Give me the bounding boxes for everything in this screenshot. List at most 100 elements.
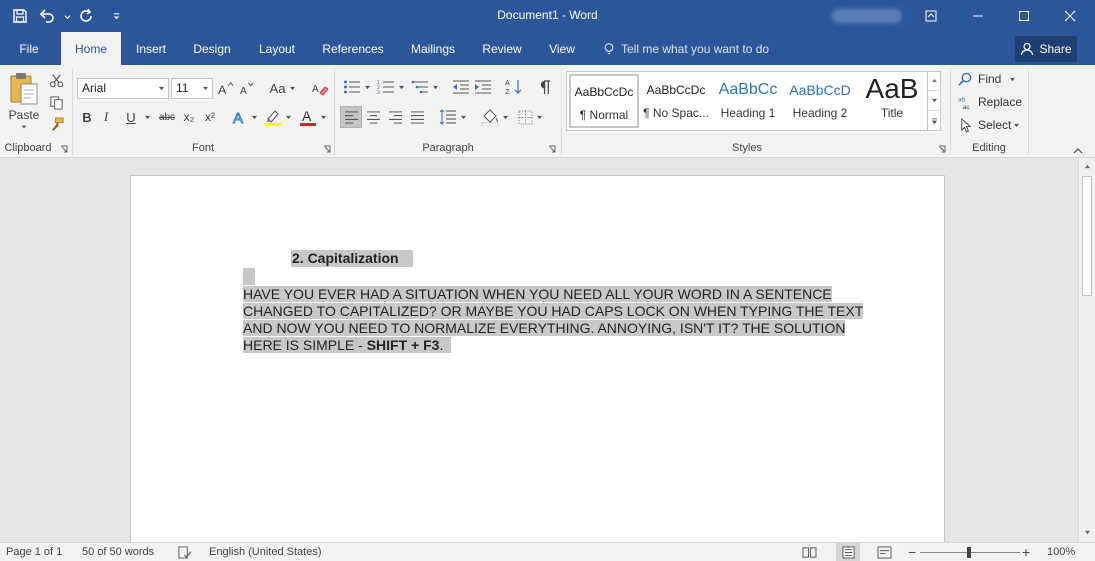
replace-button[interactable]: ab ac Replace <box>958 92 1022 112</box>
zoom-in-button[interactable]: + <box>1022 543 1030 561</box>
font-size-combo[interactable]: 11 <box>171 78 213 99</box>
customize-qat-button[interactable] <box>102 0 130 32</box>
borders-button[interactable] <box>514 106 546 128</box>
superscript-button[interactable]: x² <box>201 107 219 127</box>
scissors-icon <box>49 74 63 87</box>
align-left-button[interactable] <box>340 106 362 128</box>
font-launcher[interactable] <box>323 145 331 153</box>
web-layout-button[interactable] <box>877 543 892 561</box>
close-button[interactable] <box>1047 0 1093 32</box>
tab-home[interactable]: Home <box>61 32 121 65</box>
tab-design[interactable]: Design <box>186 32 238 65</box>
share-label: Share <box>1039 42 1072 56</box>
copy-button[interactable] <box>46 92 66 112</box>
font-color-button[interactable]: A <box>298 107 328 127</box>
styles-launcher[interactable] <box>938 145 946 153</box>
change-case-button[interactable]: Aa <box>266 78 300 99</box>
proofing-status[interactable] <box>177 543 192 561</box>
document-canvas: 2. Capitalization HAVE YOU EVER HAD A SI… <box>0 158 1078 542</box>
zoom-slider-thumb[interactable] <box>967 547 971 558</box>
clear-formatting-button[interactable]: A <box>310 78 330 99</box>
shading-button[interactable] <box>479 106 511 128</box>
highlight-color-button[interactable] <box>263 107 293 127</box>
word-count[interactable]: 50 of 50 words <box>82 543 154 561</box>
account-name-blurred[interactable] <box>832 9 902 23</box>
pilcrow-icon <box>540 79 550 94</box>
read-mode-button[interactable] <box>802 543 817 561</box>
select-button[interactable]: Select <box>958 115 1020 135</box>
find-button[interactable]: Find <box>958 69 1016 89</box>
document-paragraph[interactable]: HAVE YOU EVER HAD A SITUATION WHEN YOU N… <box>243 286 883 354</box>
style-heading-1[interactable]: AaBbCc Heading 1 <box>713 74 783 128</box>
document-page[interactable]: 2. Capitalization HAVE YOU EVER HAD A SI… <box>130 175 945 542</box>
show-formatting-marks-button[interactable] <box>535 76 555 98</box>
save-button[interactable] <box>0 0 32 32</box>
styles-scroll-down[interactable] <box>928 91 941 111</box>
underline-button[interactable]: U <box>123 107 139 127</box>
scroll-down-button[interactable] <box>1079 524 1095 540</box>
eraser-icon: A <box>312 84 328 96</box>
share-button[interactable]: Share <box>1015 36 1077 62</box>
bullets-button[interactable] <box>341 76 373 98</box>
grow-font-button[interactable]: A <box>217 78 235 99</box>
zoom-out-button[interactable]: − <box>908 543 916 561</box>
cut-button[interactable] <box>46 70 66 90</box>
tab-file[interactable]: File <box>8 32 50 65</box>
zoom-level[interactable]: 100% <box>1047 543 1075 561</box>
proofing-icon <box>178 546 192 559</box>
scroll-thumb[interactable] <box>1082 176 1092 296</box>
underline-dropdown[interactable] <box>142 107 152 127</box>
align-right-button[interactable] <box>384 106 406 128</box>
tab-layout[interactable]: Layout <box>251 32 303 65</box>
save-icon <box>13 9 27 23</box>
justify-button[interactable] <box>406 106 428 128</box>
subscript-button[interactable]: x₂ <box>180 107 198 127</box>
increase-indent-button[interactable] <box>473 76 493 98</box>
italic-button[interactable]: I <box>98 107 114 127</box>
bold-button[interactable]: B <box>79 107 95 127</box>
text-effects-button[interactable]: A <box>231 107 259 127</box>
numbering-button[interactable]: 123 <box>375 76 407 98</box>
document-heading[interactable]: 2. Capitalization <box>291 250 413 267</box>
styles-scroll-up[interactable] <box>928 71 941 91</box>
redo-button[interactable] <box>72 0 102 32</box>
style-title[interactable]: AaB Title <box>857 74 927 128</box>
clipboard-launcher[interactable] <box>60 145 68 153</box>
styles-more-button[interactable] <box>928 111 941 131</box>
tab-view[interactable]: View <box>541 32 583 65</box>
strikethrough-button[interactable]: abc <box>156 107 178 127</box>
vertical-scrollbar[interactable] <box>1078 158 1095 542</box>
style-no-spacing[interactable]: AaBbCcDc ¶ No Spac... <box>641 74 711 128</box>
style-heading-2[interactable]: AaBbCcD Heading 2 <box>785 74 855 128</box>
print-layout-button[interactable] <box>836 543 860 561</box>
align-center-button[interactable] <box>362 106 384 128</box>
tell-me-box[interactable]: Tell me what you want to do <box>602 32 769 65</box>
minimize-button[interactable] <box>955 0 1001 32</box>
language-status[interactable]: English (United States) <box>209 543 322 561</box>
style-preview: AaBbCcD <box>789 82 851 98</box>
undo-dropdown[interactable] <box>62 0 72 32</box>
style-normal[interactable]: AaBbCcDc ¶ Normal <box>569 74 639 128</box>
shrink-font-button[interactable]: A <box>238 78 256 99</box>
sort-button[interactable]: AZ <box>503 76 525 98</box>
ribbon-display-options-button[interactable] <box>908 0 954 32</box>
tab-mailings[interactable]: Mailings <box>403 32 463 65</box>
scroll-up-button[interactable] <box>1079 158 1095 174</box>
undo-button[interactable] <box>32 0 62 32</box>
maximize-button[interactable] <box>1001 0 1047 32</box>
collapse-ribbon-button[interactable] <box>1072 143 1086 155</box>
more-icon <box>931 117 938 124</box>
chevron-down-icon <box>1010 77 1016 81</box>
paragraph-launcher[interactable] <box>548 145 556 153</box>
multilevel-list-button[interactable] <box>409 76 441 98</box>
decrease-indent-button[interactable] <box>451 76 471 98</box>
customize-icon <box>113 12 119 19</box>
font-name-combo[interactable]: Arial <box>77 78 169 99</box>
tab-review[interactable]: Review <box>476 32 528 65</box>
page-count[interactable]: Page 1 of 1 <box>6 543 62 561</box>
format-painter-button[interactable] <box>46 114 66 134</box>
paste-button[interactable]: Paste <box>6 71 42 131</box>
tab-references[interactable]: References <box>316 32 390 65</box>
line-spacing-button[interactable] <box>438 106 468 128</box>
tab-insert[interactable]: Insert <box>128 32 174 65</box>
